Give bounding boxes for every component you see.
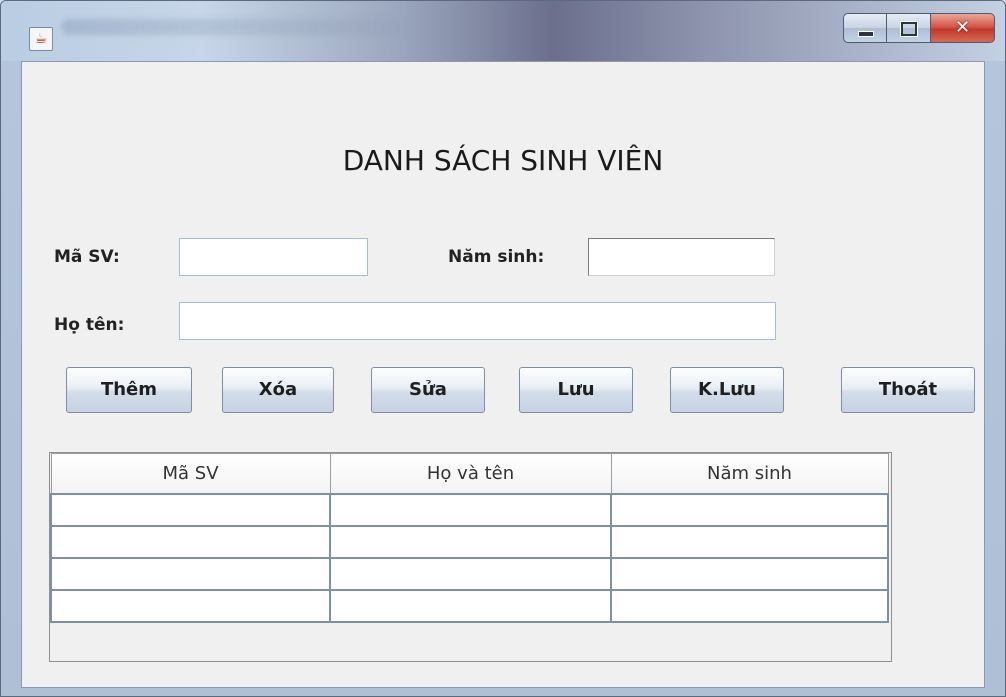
- table-cell[interactable]: [329, 524, 612, 559]
- table-cell[interactable]: [610, 492, 889, 527]
- thoat-button[interactable]: Thoát: [841, 367, 975, 413]
- maximize-button[interactable]: [887, 13, 931, 43]
- table-cell[interactable]: [329, 492, 612, 527]
- xoa-button[interactable]: Xóa: [222, 367, 334, 413]
- close-button[interactable]: ✕: [931, 13, 995, 43]
- table-row[interactable]: [50, 556, 889, 591]
- table-row[interactable]: [50, 588, 889, 623]
- ho-ten-field[interactable]: [179, 302, 776, 340]
- them-button[interactable]: Thêm: [66, 367, 192, 413]
- window-title-blurred: [61, 19, 401, 35]
- nam-sinh-field[interactable]: [588, 238, 775, 276]
- sua-button[interactable]: Sửa: [371, 367, 485, 413]
- form-panel: DANH SÁCH SINH VIÊN Mã SV: Năm sinh: Họ …: [21, 61, 985, 688]
- table-cell[interactable]: [610, 556, 889, 591]
- app-window: ☕ ✕ DANH SÁCH SINH VIÊN Mã SV: Năm sinh:…: [0, 0, 1006, 697]
- table-cell[interactable]: [610, 524, 889, 559]
- column-header-ma-sv[interactable]: Mã SV: [50, 453, 331, 494]
- luu-button[interactable]: Lưu: [519, 367, 633, 413]
- k-luu-button[interactable]: K.Lưu: [670, 367, 784, 413]
- page-title: DANH SÁCH SINH VIÊN: [342, 144, 664, 177]
- maximize-icon: [901, 22, 917, 36]
- student-table-scrollpane[interactable]: Mã SV Họ và tên Năm sinh: [49, 452, 892, 662]
- column-header-nam-sinh[interactable]: Năm sinh: [610, 453, 889, 494]
- minimize-button[interactable]: [843, 13, 887, 43]
- ma-sv-label: Mã SV:: [54, 247, 120, 267]
- title-bar[interactable]: ☕ ✕: [1, 1, 1005, 61]
- table-row[interactable]: [50, 492, 889, 527]
- student-table[interactable]: Mã SV Họ và tên Năm sinh: [50, 453, 889, 623]
- ma-sv-input[interactable]: [180, 239, 367, 275]
- table-cell[interactable]: [50, 556, 331, 591]
- table-cell[interactable]: [50, 492, 331, 527]
- table-cell[interactable]: [610, 588, 889, 623]
- table-cell[interactable]: [329, 556, 612, 591]
- java-icon[interactable]: ☕: [29, 27, 53, 51]
- ho-ten-label: Họ tên:: [54, 315, 125, 335]
- column-header-ho-va-ten[interactable]: Họ và tên: [329, 453, 612, 494]
- nam-sinh-input[interactable]: [589, 239, 774, 275]
- table-cell[interactable]: [50, 524, 331, 559]
- table-header-row: Mã SV Họ và tên Năm sinh: [50, 453, 889, 494]
- minimize-icon: [858, 31, 874, 37]
- window-controls: ✕: [843, 13, 995, 43]
- nam-sinh-label: Năm sinh:: [448, 247, 545, 267]
- ho-ten-input[interactable]: [180, 303, 775, 339]
- ma-sv-field[interactable]: [179, 238, 368, 276]
- table-cell[interactable]: [329, 588, 612, 623]
- close-icon: ✕: [954, 17, 971, 38]
- table-cell[interactable]: [50, 588, 331, 623]
- table-row[interactable]: [50, 524, 889, 559]
